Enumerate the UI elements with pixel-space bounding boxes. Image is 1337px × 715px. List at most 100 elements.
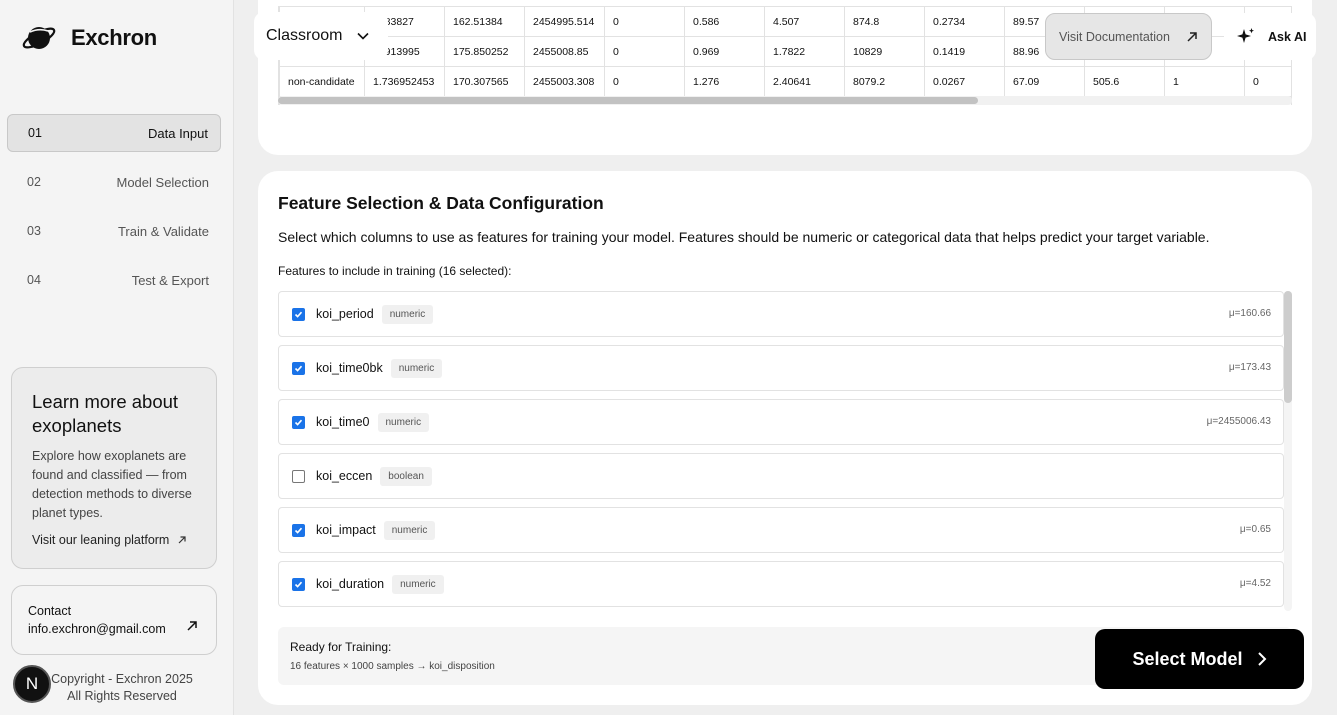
feature-checkbox[interactable] — [292, 415, 305, 429]
select-model-button[interactable]: Select Model — [1095, 629, 1304, 689]
table-cell: 2455008.85 — [524, 36, 605, 67]
feature-checkbox[interactable] — [292, 361, 305, 375]
select-model-label: Select Model — [1132, 648, 1243, 669]
step-model-selection[interactable]: 02 Model Selection — [7, 163, 221, 201]
table-cell: 8079.2 — [844, 66, 925, 97]
feature-checkbox[interactable] — [292, 307, 305, 321]
table-cell: 0 — [604, 36, 685, 67]
vertical-scrollbar[interactable] — [1284, 291, 1292, 611]
learn-description: Explore how exoplanets are found and cla… — [32, 449, 192, 520]
feature-name: koi_eccen — [316, 469, 373, 483]
table-cell: 4.507 — [764, 6, 845, 37]
table-cell: 2455003.308 — [524, 66, 605, 97]
table-cell: 0 — [604, 66, 685, 97]
step-label: Model Selection — [116, 174, 210, 190]
external-arrow-icon — [187, 621, 197, 631]
table-cell: 0.2734 — [924, 6, 1005, 37]
checkmark-icon — [294, 581, 303, 588]
feature-item[interactable]: koi_time0bk numeric μ=173.43 — [278, 345, 1284, 391]
contact-label: Contact — [28, 604, 72, 618]
feature-item[interactable]: koi_period numeric μ=160.66 — [278, 291, 1284, 337]
visit-doc-label: Visit Documentation — [1059, 29, 1170, 44]
table-cell: 0.586 — [684, 6, 765, 37]
table-cell: 0.1419 — [924, 36, 1005, 67]
chevron-down-icon — [357, 32, 370, 40]
classroom-dropdown[interactable]: Classroom — [254, 12, 388, 60]
table-cell: non-candidate — [279, 66, 365, 97]
step-number: 01 — [28, 126, 42, 140]
feature-mean: μ=173.43 — [1228, 362, 1271, 373]
feature-type-badge: boolean — [380, 466, 432, 486]
sparkle-icon — [1237, 27, 1254, 43]
step-label: Train & Validate — [117, 223, 209, 239]
table-cell: 170.307565 — [444, 66, 525, 97]
feature-name: koi_period — [316, 307, 374, 321]
horizontal-scrollbar[interactable] — [278, 96, 1292, 105]
step-number: 02 — [27, 175, 41, 189]
table-cell: 505.6 — [1084, 66, 1165, 97]
feature-name: koi_duration — [316, 577, 385, 591]
step-label: Data Input — [148, 125, 208, 141]
learn-link[interactable]: Visit our leaning platform — [32, 533, 196, 547]
table-cell: 0.969 — [684, 36, 765, 67]
section-title: Feature Selection & Data Configuration — [278, 193, 604, 213]
feature-checkbox[interactable] — [292, 469, 305, 483]
ask-ai-label: Ask AI — [1268, 29, 1307, 44]
step-nav: 01 Data Input 02 Model Selection 03 Trai… — [7, 114, 221, 310]
step-number: 04 — [27, 273, 41, 287]
table-cell: 1 — [1164, 66, 1245, 97]
feature-type-badge: numeric — [383, 520, 436, 540]
checkmark-icon — [294, 365, 303, 372]
learn-title: Learn more about exoplanets — [32, 391, 179, 436]
app-name: Exchron — [71, 25, 157, 50]
feature-item[interactable]: koi_impact numeric μ=0.65 — [278, 507, 1284, 553]
feature-list[interactable]: koi_period numeric μ=160.66 koi_time0bk nume… — [278, 291, 1292, 611]
ask-ai-button[interactable]: Ask AI — [1224, 13, 1316, 60]
feature-type-badge: numeric — [392, 574, 444, 594]
step-train-validate[interactable]: 03 Train & Validate — [7, 212, 221, 250]
feature-name: koi_time0 — [316, 415, 370, 429]
table-cell: 2.40641 — [764, 66, 845, 97]
contact-card[interactable]: Contact info.exchron@gmail.com — [11, 585, 217, 655]
step-test-export[interactable]: 04 Test & Export — [7, 261, 221, 299]
table-cell: 1.276 — [684, 66, 765, 97]
learn-card: Learn more about exoplanets Explore how … — [11, 367, 217, 569]
feature-type-badge: numeric — [377, 412, 430, 432]
external-arrow-icon — [1187, 31, 1197, 42]
table-cell: 67.09 — [1004, 66, 1085, 97]
step-data-input[interactable]: 01 Data Input — [7, 114, 221, 152]
table-cell: 874.8 — [844, 6, 925, 37]
logo[interactable]: Exchron — [21, 22, 157, 54]
feature-checkbox[interactable] — [292, 523, 305, 537]
visit-documentation-button[interactable]: Visit Documentation — [1045, 13, 1212, 60]
scrollbar-thumb[interactable] — [278, 97, 978, 104]
table-cell: 1.7822 — [764, 36, 845, 67]
feature-type-badge: numeric — [381, 304, 434, 324]
table-cell: 0 — [604, 6, 685, 37]
step-label: Test & Export — [131, 272, 209, 288]
learn-link-label: Visit our leaning platform — [32, 533, 170, 547]
feature-mean: μ=4.52 — [1239, 578, 1271, 589]
table-cell: 175.850252 — [444, 36, 525, 67]
feature-checkbox[interactable] — [292, 577, 305, 591]
feature-count-label: Features to include in training (16 sele… — [278, 264, 512, 278]
table-cell: 1.736952453 — [364, 66, 445, 97]
step-number: 03 — [27, 224, 41, 238]
table-cell: 0.0267 — [924, 66, 1005, 97]
sidebar: Exchron 01 Data Input 02 Model Selection… — [0, 0, 234, 715]
feature-mean: μ=0.65 — [1239, 524, 1271, 535]
feature-mean: μ=160.66 — [1228, 308, 1271, 319]
table-cell: 162.51384 — [444, 6, 525, 37]
checkmark-icon — [294, 419, 303, 426]
table-row: non-candidate 1.736952453 170.307565 245500… — [279, 66, 1291, 97]
dev-badge[interactable]: N — [13, 665, 51, 703]
scrollbar-thumb[interactable] — [1284, 291, 1292, 403]
section-description: Select which columns to use as features … — [278, 229, 1210, 245]
table-cell: 10829 — [844, 36, 925, 67]
feature-name: koi_impact — [316, 523, 376, 537]
feature-item[interactable]: koi_duration numeric μ=4.52 — [278, 561, 1284, 607]
external-arrow-icon — [178, 536, 186, 544]
checkmark-icon — [294, 311, 303, 318]
feature-item[interactable]: koi_eccen boolean — [278, 453, 1284, 499]
feature-item[interactable]: koi_time0 numeric μ=2455006.43 — [278, 399, 1284, 445]
